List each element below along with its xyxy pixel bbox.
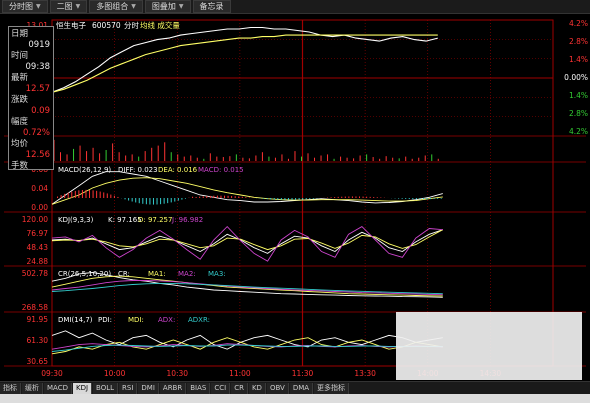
indicator-tab-10[interactable]: CR bbox=[231, 382, 248, 394]
avg-label: 均价 bbox=[11, 139, 29, 149]
amplitude-label: 幅度 bbox=[11, 117, 29, 127]
cr-ma3-label: MA3: bbox=[208, 270, 226, 278]
macd-left-tick: 0.00 bbox=[31, 203, 48, 212]
macd-dea-value: DEA: 0.016 bbox=[158, 166, 198, 174]
indicator-tab-3[interactable]: KDJ bbox=[72, 382, 93, 394]
toolbar-button-3[interactable]: 图叠加 ▼ bbox=[144, 0, 191, 13]
indicator-tab-2[interactable]: MACD bbox=[44, 382, 72, 394]
dropdown-arrow-icon: ▼ bbox=[36, 3, 41, 10]
indicator-tab-14[interactable]: 更多指标 bbox=[314, 382, 350, 394]
time-axis-tick: 11:30 bbox=[292, 369, 314, 378]
price-right-tick: 2.8% bbox=[569, 37, 588, 46]
toolbar-button-label: 多图组合 bbox=[96, 2, 129, 11]
time-axis-tick: 10:00 bbox=[104, 369, 126, 378]
dmi-left-tick: 91.95 bbox=[27, 315, 49, 324]
toolbar-button-label: 备忘录 bbox=[199, 2, 224, 11]
toolbar-button-0[interactable]: 分时图 ▼ bbox=[2, 0, 48, 13]
dmi-adx-label: ADX: bbox=[158, 316, 175, 324]
footer-strip bbox=[0, 394, 590, 403]
change-value: 0.09 bbox=[31, 105, 50, 116]
kdj-header: KDJ(9,3,3) bbox=[58, 216, 94, 224]
volume-label: 手数 bbox=[11, 161, 29, 171]
watermark-overlay bbox=[396, 312, 582, 380]
time-label: 时间 bbox=[11, 51, 29, 61]
macd-left-tick: 0.04 bbox=[31, 184, 48, 193]
cr-label: CR: bbox=[118, 270, 130, 278]
time-axis-tick: 09:30 bbox=[41, 369, 63, 378]
indicator-tab-9[interactable]: CCI bbox=[211, 382, 231, 394]
time-value: 09:38 bbox=[25, 61, 51, 72]
indicator-tab-4[interactable]: BOLL bbox=[93, 382, 119, 394]
price-right-tick: 1.4% bbox=[569, 55, 588, 64]
kdj-left-tick: 120.00 bbox=[22, 215, 48, 224]
cr-header: CR(26,5,10,20) bbox=[58, 270, 111, 278]
dmi-series-adxr bbox=[51, 344, 443, 352]
cr-ma2-label: MA2: bbox=[178, 270, 196, 278]
kdj-left-tick: 48.43 bbox=[27, 243, 49, 252]
change-label: 涨跌 bbox=[11, 95, 29, 105]
dropdown-arrow-icon: ▼ bbox=[131, 3, 136, 10]
dropdown-arrow-icon: ▼ bbox=[75, 3, 81, 10]
time-axis-tick: 10:30 bbox=[166, 369, 188, 378]
indicator-tab-bar: 指标 缓析 MACD KDJ BOLL RSI DMI ARBR BIAS CCI CR KD OBV D… bbox=[0, 381, 590, 394]
price-series-1 bbox=[51, 34, 438, 93]
price-right-tick: 4.2% bbox=[569, 19, 588, 28]
chart-mode: 分时 bbox=[124, 20, 139, 30]
dmi-mdi-label: MDI: bbox=[128, 316, 144, 324]
toolbar-button-2[interactable]: 多图组合 ▼ bbox=[89, 0, 143, 13]
macd-macd-value: MACD: 0.015 bbox=[198, 166, 244, 174]
indicator-tab-5[interactable]: RSI bbox=[119, 382, 138, 394]
price-series-0 bbox=[51, 26, 438, 93]
kdj-left-tick: 76.97 bbox=[27, 229, 49, 238]
indicator-tab-6[interactable]: DMI bbox=[138, 382, 159, 394]
toolbar-button-4[interactable]: 备忘录 bbox=[192, 0, 231, 13]
macd-diff-value: DIFF: 0.023 bbox=[118, 166, 158, 174]
dmi-pdi-label: PDI: bbox=[98, 316, 112, 324]
dmi-left-tick: 30.65 bbox=[27, 357, 49, 366]
dmi-adxr-label: ADXR: bbox=[188, 316, 210, 324]
macd-series-dea bbox=[51, 177, 443, 205]
toolbar-button-label: 二图 bbox=[56, 2, 73, 11]
kdj-d-value: D: 97.257 bbox=[138, 216, 172, 224]
indicator-tab-11[interactable]: KD bbox=[248, 382, 266, 394]
macd-header: MACD(26,12,9) bbox=[58, 166, 111, 174]
indicator-tab-0[interactable]: 指标 bbox=[0, 382, 21, 394]
macd-series-diff bbox=[51, 171, 443, 205]
time-axis-tick: 13:30 bbox=[354, 369, 376, 378]
cr-ma1-label: MA1: bbox=[148, 270, 166, 278]
kdj-k-value: K: 97.165 bbox=[108, 216, 142, 224]
toolbar-button-1[interactable]: 二图 ▼ bbox=[49, 0, 88, 13]
dmi-header: DMI(14,7) bbox=[58, 316, 93, 324]
cr-left-tick: 502.78 bbox=[22, 269, 48, 278]
amplitude-value: 0.72% bbox=[22, 127, 50, 138]
price-right-tick: 4.2% bbox=[569, 127, 588, 136]
price-right-tick: 1.4% bbox=[569, 91, 588, 100]
indicator-tab-7[interactable]: ARBR bbox=[159, 382, 187, 394]
stock-name: 恒生电子 bbox=[56, 20, 86, 30]
avg-value: 12.56 bbox=[25, 149, 50, 160]
top-toolbar: 分时图 ▼ 二图 ▼ 多图组合 ▼ 图叠加 ▼ 备忘录 bbox=[0, 0, 590, 14]
kdj-j-value: J: 96.982 bbox=[171, 216, 203, 224]
cr-series-ma2 bbox=[51, 280, 443, 296]
kdj-left-tick: 24.88 bbox=[27, 257, 49, 266]
indicator-tab-1[interactable]: 缓析 bbox=[22, 382, 43, 394]
indicator-tab-12[interactable]: OBV bbox=[266, 382, 289, 394]
stock-code: 600570 bbox=[92, 21, 121, 30]
latest-value: 12.57 bbox=[25, 83, 50, 94]
overlay-label: 均线 成交量 bbox=[140, 20, 180, 30]
dropdown-arrow-icon: ▼ bbox=[178, 3, 184, 10]
cr-left-tick: 268.58 bbox=[22, 303, 48, 312]
time-axis-tick: 11:00 bbox=[229, 369, 251, 378]
price-right-tick: 2.8% bbox=[569, 109, 588, 118]
date-label: 日期 bbox=[11, 29, 29, 39]
indicator-tab-8[interactable]: BIAS bbox=[187, 382, 211, 394]
toolbar-button-label: 分时图 bbox=[9, 2, 33, 11]
toolbar-button-label: 图叠加 bbox=[151, 2, 176, 11]
date-value: 0919 bbox=[28, 39, 50, 50]
indicator-tab-13[interactable]: DMA bbox=[289, 382, 314, 394]
info-box: 日期 0919 时间 09:38 最新 12.57 涨跌 0.09 幅度 0.7… bbox=[8, 26, 54, 170]
latest-label: 最新 bbox=[11, 73, 29, 83]
dmi-left-tick: 61.30 bbox=[27, 336, 49, 345]
price-right-tick: 0.00% bbox=[564, 73, 588, 82]
